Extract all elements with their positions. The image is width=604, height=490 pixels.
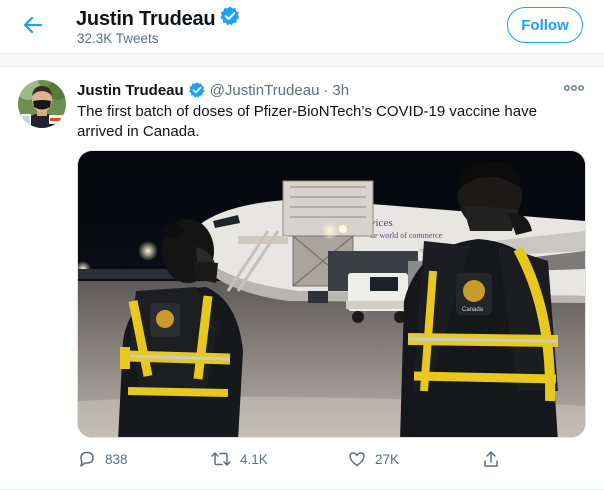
verified-badge-icon <box>188 81 206 99</box>
reply-button[interactable]: 838 <box>77 446 128 472</box>
retweet-button[interactable]: 4.1K <box>210 446 268 472</box>
profile-header: Justin Trudeau 32.3K Tweets Follow <box>0 0 604 54</box>
like-button[interactable]: 27K <box>347 446 399 472</box>
tweet-text: The first batch of doses of Pfizer-BioNT… <box>77 103 537 140</box>
retweet-icon <box>210 449 240 469</box>
tweet-header: Justin Trudeau @JustinTrudeau · 3h <box>77 80 349 100</box>
aircraft-lettering-2: he world of commerce <box>370 231 443 240</box>
vest-lettering: Canada <box>462 307 484 313</box>
profile-name: Justin Trudeau <box>76 5 241 33</box>
verified-badge-icon <box>219 5 241 33</box>
like-count: 27K <box>375 451 400 467</box>
tweet-photo[interactable]: vices he world of commerce Canada <box>77 150 586 438</box>
share-button[interactable] <box>481 446 509 472</box>
separator-dot: · <box>323 81 329 99</box>
like-icon <box>347 449 375 469</box>
retweet-count: 4.1K <box>240 451 268 467</box>
reply-icon <box>77 449 105 469</box>
avatar[interactable] <box>18 80 66 128</box>
tweet-actions: 838 4.1K 27K <box>77 446 584 472</box>
follow-button[interactable]: Follow <box>507 7 583 43</box>
more-icon[interactable] <box>562 80 586 96</box>
tweet-timestamp[interactable]: 3h <box>332 82 349 99</box>
back-arrow-icon[interactable] <box>20 12 46 38</box>
share-icon <box>481 449 509 469</box>
tweet-count: 32.3K Tweets <box>77 31 159 46</box>
profile-name-text: Justin Trudeau <box>76 7 216 30</box>
author-handle[interactable]: @JustinTrudeau <box>210 82 320 99</box>
author-name[interactable]: Justin Trudeau <box>77 82 184 99</box>
reply-count: 838 <box>105 451 128 467</box>
section-divider <box>0 54 604 67</box>
